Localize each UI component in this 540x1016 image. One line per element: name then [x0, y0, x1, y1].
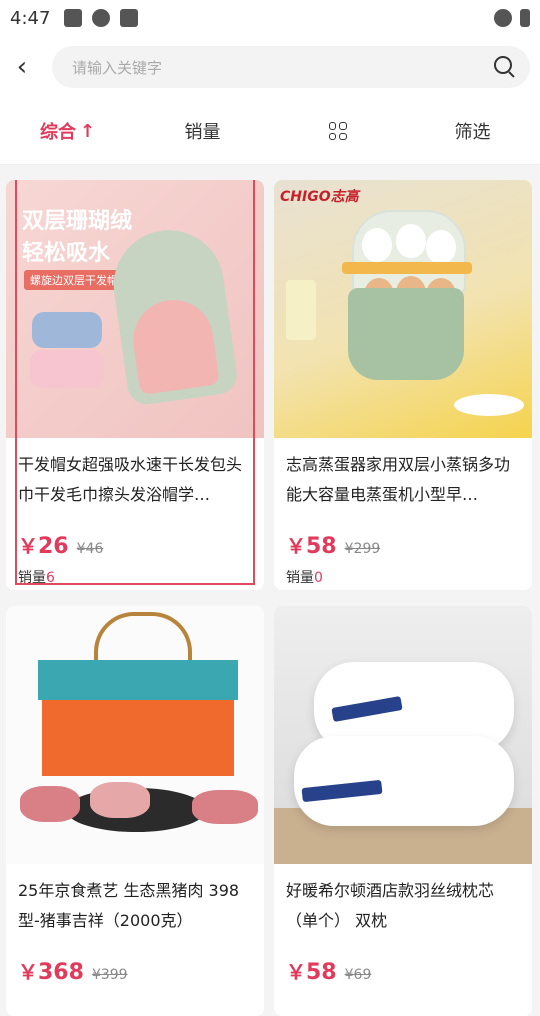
arrow-up-icon: ↑ — [79, 120, 96, 142]
search-input[interactable]: 请输入关键字 — [72, 57, 494, 78]
product-price: ￥58 — [286, 960, 337, 985]
search-box[interactable]: 请输入关键字 — [52, 46, 530, 88]
tab-sales[interactable]: 销量 — [135, 118, 270, 144]
search-icon[interactable] — [494, 56, 516, 78]
grid-view-icon — [328, 122, 347, 140]
tab-label: 销量 — [184, 122, 221, 143]
product-image — [274, 606, 532, 864]
product-price: ￥368 — [18, 960, 84, 985]
product-title: 干发帽女超强吸水速干长发包头巾干发毛巾擦头发浴帽学… — [18, 455, 243, 504]
header: ‹ 请输入关键字 — [0, 36, 540, 98]
original-price: ¥69 — [344, 967, 372, 983]
product-price: ￥26 — [18, 534, 69, 559]
product-card[interactable]: 25年京食煮艺 生态黑猪肉 398型-猪事吉祥（2000克） ￥368 ¥399 — [6, 606, 264, 1016]
product-price: ￥58 — [286, 534, 337, 559]
product-title: 25年京食煮艺 生态黑猪肉 398型-猪事吉祥（2000克） — [18, 881, 240, 930]
battery-icon — [520, 9, 530, 27]
tab-layout-toggle[interactable] — [270, 122, 405, 140]
sales-count: 销量6 — [18, 570, 55, 586]
product-card[interactable]: 好暖希尔顿酒店款羽丝绒枕芯（单个） 双枕 ￥58 ¥69 — [274, 606, 532, 1016]
image-tag: 螺旋边双层干发帽 — [24, 270, 124, 290]
product-image: CHIGO志高 — [274, 180, 532, 438]
original-price: ¥399 — [91, 967, 128, 983]
tab-label: 筛选 — [454, 122, 491, 143]
product-card[interactable]: CHIGO志高 志高蒸蛋器家用双层小蒸锅多功能大容量电蒸蛋机小型早… ￥58 ¥… — [274, 180, 532, 590]
status-bar: 4:47 — [0, 0, 540, 36]
alert-icon — [92, 9, 111, 27]
brand-logo: CHIGO志高 — [280, 189, 359, 205]
original-price: ¥299 — [344, 541, 381, 557]
original-price: ¥46 — [76, 541, 104, 557]
status-time: 4:47 — [10, 7, 51, 29]
chevron-left-icon: ‹ — [16, 52, 28, 82]
product-image — [6, 606, 264, 864]
text-icon — [120, 9, 139, 27]
tab-filter[interactable]: 筛选 — [405, 118, 540, 144]
product-title: 好暖希尔顿酒店款羽丝绒枕芯（单个） 双枕 — [286, 881, 495, 930]
sales-count: 销量0 — [286, 570, 323, 586]
tab-label: 综合 — [39, 122, 76, 143]
wifi-icon — [494, 9, 512, 27]
product-title: 志高蒸蛋器家用双层小蒸锅多功能大容量电蒸蛋机小型早… — [286, 455, 511, 504]
tab-comprehensive[interactable]: 综合 ↑ — [0, 118, 135, 144]
image-icon — [64, 9, 83, 27]
back-button[interactable]: ‹ — [10, 47, 34, 87]
product-image: 双层珊瑚绒轻松吸水 螺旋边双层干发帽 — [6, 180, 264, 438]
sort-tabs: 综合 ↑ 销量 筛选 — [0, 98, 540, 165]
product-card[interactable]: 双层珊瑚绒轻松吸水 螺旋边双层干发帽 干发帽女超强吸水速干长发包头巾干发毛巾擦头… — [6, 180, 264, 590]
product-grid: 双层珊瑚绒轻松吸水 螺旋边双层干发帽 干发帽女超强吸水速干长发包头巾干发毛巾擦头… — [6, 180, 534, 1016]
